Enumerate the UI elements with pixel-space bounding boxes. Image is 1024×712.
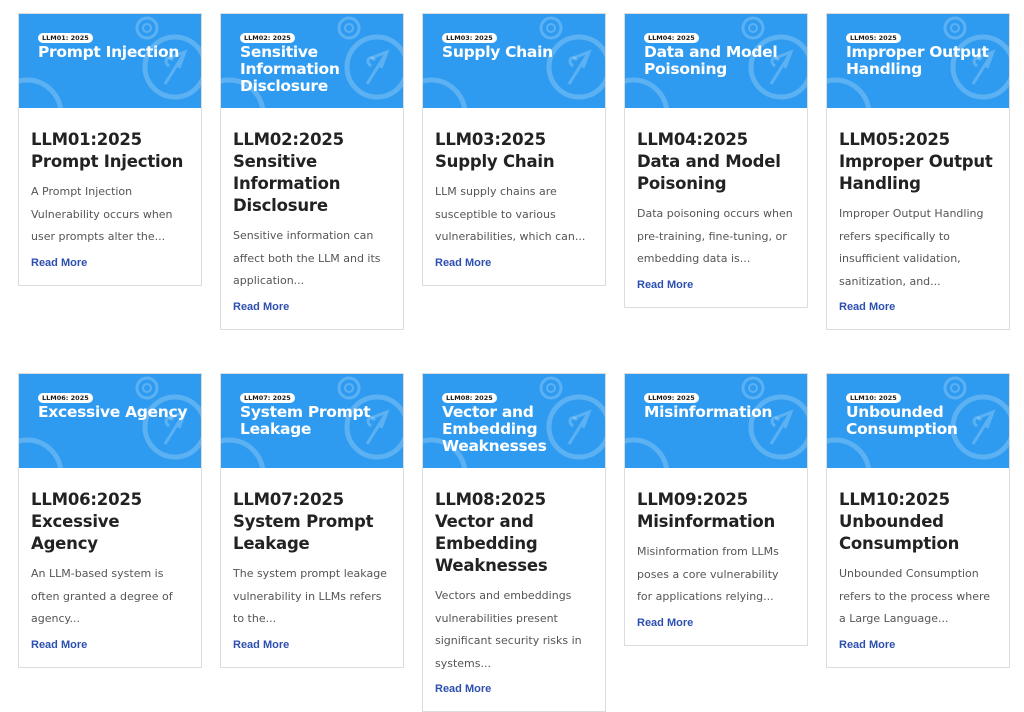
owasp-wasp-logo-icon	[19, 376, 201, 468]
read-more-link[interactable]: Read More	[637, 278, 693, 292]
card-body: LLM07:2025 System Prompt Leakage The sys…	[221, 468, 403, 667]
read-more-link[interactable]: Read More	[637, 616, 693, 630]
card-title[interactable]: LLM06:2025 Excessive Agency	[31, 489, 189, 555]
card-title[interactable]: LLM02:2025 Sensitive Information Disclos…	[233, 129, 391, 217]
card-excerpt: Vectors and embeddings vulnerabilities p…	[435, 589, 582, 670]
card-llm07[interactable]: LLM07: 2025 System Prompt Leakage LLM07:…	[220, 373, 404, 668]
card-llm03[interactable]: LLM03: 2025 Supply Chain LLM03:2025 Supp…	[422, 13, 606, 286]
banner-title: Sensitive Information Disclosure	[240, 43, 340, 95]
banner-title: Vector and Embedding Weaknesses	[442, 403, 547, 455]
card-title[interactable]: LLM01:2025 Prompt Injection	[31, 129, 189, 173]
card-banner: LLM10: 2025 Unbounded Consumption	[827, 374, 1009, 468]
card-title[interactable]: LLM04:2025 Data and Model Poisoning	[637, 129, 795, 195]
card-banner: LLM03: 2025 Supply Chain	[423, 14, 605, 108]
risk-card-grid: LLM01: 2025 Prompt Injection LLM01:2025 …	[18, 13, 1010, 712]
card-banner: LLM04: 2025 Data and Model Poisoning	[625, 14, 807, 108]
card-llm01[interactable]: LLM01: 2025 Prompt Injection LLM01:2025 …	[18, 13, 202, 286]
banner-title: Excessive Agency	[38, 403, 188, 421]
card-body: LLM04:2025 Data and Model Poisoning Data…	[625, 108, 807, 307]
card-llm02[interactable]: LLM02: 2025 Sensitive Information Disclo…	[220, 13, 404, 330]
card-title[interactable]: LLM10:2025 Unbounded Consumption	[839, 489, 997, 555]
banner-badge: LLM08: 2025	[442, 393, 497, 403]
read-more-link[interactable]: Read More	[233, 300, 289, 314]
card-body: LLM02:2025 Sensitive Information Disclos…	[221, 108, 403, 329]
banner-title: Unbounded Consumption	[846, 403, 958, 438]
card-llm08[interactable]: LLM08: 2025 Vector and Embedding Weaknes…	[422, 373, 606, 712]
card-banner: LLM06: 2025 Excessive Agency	[19, 374, 201, 468]
read-more-link[interactable]: Read More	[233, 638, 289, 652]
card-title[interactable]: LLM05:2025 Improper Output Handling	[839, 129, 997, 195]
read-more-link[interactable]: Read More	[435, 682, 491, 696]
banner-title: Prompt Injection	[38, 43, 180, 61]
read-more-link[interactable]: Read More	[435, 256, 491, 270]
read-more-link[interactable]: Read More	[31, 638, 87, 652]
card-excerpt: Misinformation from LLMs poses a core vu…	[637, 545, 779, 603]
card-body: LLM09:2025 Misinformation Misinformation…	[625, 468, 807, 645]
banner-badge: LLM10: 2025	[846, 393, 901, 403]
card-llm04[interactable]: LLM04: 2025 Data and Model Poisoning LLM…	[624, 13, 808, 308]
card-body: LLM05:2025 Improper Output Handling Impr…	[827, 108, 1009, 329]
card-title[interactable]: LLM03:2025 Supply Chain	[435, 129, 593, 173]
card-llm10[interactable]: LLM10: 2025 Unbounded Consumption LLM10:…	[826, 373, 1010, 668]
read-more-link[interactable]: Read More	[31, 256, 87, 270]
card-title[interactable]: LLM08:2025 Vector and Embedding Weakness…	[435, 489, 593, 577]
card-excerpt: Improper Output Handling refers specific…	[839, 207, 984, 288]
card-excerpt: LLM supply chains are susceptible to var…	[435, 185, 586, 243]
banner-badge: LLM04: 2025	[644, 33, 699, 43]
card-excerpt: Sensitive information can affect both th…	[233, 229, 381, 287]
card-excerpt: An LLM-based system is often granted a d…	[31, 567, 173, 625]
card-banner: LLM07: 2025 System Prompt Leakage	[221, 374, 403, 468]
card-banner: LLM05: 2025 Improper Output Handling	[827, 14, 1009, 108]
card-body: LLM06:2025 Excessive Agency An LLM-based…	[19, 468, 201, 667]
card-title[interactable]: LLM09:2025 Misinformation	[637, 489, 795, 533]
banner-badge: LLM02: 2025	[240, 33, 295, 43]
banner-badge: LLM06: 2025	[38, 393, 93, 403]
card-body: LLM10:2025 Unbounded Consumption Unbound…	[827, 468, 1009, 667]
owasp-wasp-logo-icon	[423, 16, 605, 108]
card-llm05[interactable]: LLM05: 2025 Improper Output Handling LLM…	[826, 13, 1010, 330]
banner-badge: LLM05: 2025	[846, 33, 901, 43]
owasp-wasp-logo-icon	[19, 16, 201, 108]
read-more-link[interactable]: Read More	[839, 638, 895, 652]
card-banner: LLM08: 2025 Vector and Embedding Weaknes…	[423, 374, 605, 468]
card-excerpt: Data poisoning occurs when pre-training,…	[637, 207, 793, 265]
card-title[interactable]: LLM07:2025 System Prompt Leakage	[233, 489, 391, 555]
banner-title: Improper Output Handling	[846, 43, 989, 78]
card-body: LLM08:2025 Vector and Embedding Weakness…	[423, 468, 605, 711]
card-banner: LLM09: 2025 Misinformation	[625, 374, 807, 468]
banner-badge: LLM09: 2025	[644, 393, 699, 403]
owasp-wasp-logo-icon	[625, 376, 807, 468]
card-excerpt: The system prompt leakage vulnerability …	[233, 567, 387, 625]
banner-badge: LLM07: 2025	[240, 393, 295, 403]
banner-badge: LLM03: 2025	[442, 33, 497, 43]
card-body: LLM01:2025 Prompt Injection A Prompt Inj…	[19, 108, 201, 285]
banner-title: Data and Model Poisoning	[644, 43, 778, 78]
banner-title: Supply Chain	[442, 43, 553, 61]
card-excerpt: Unbounded Consumption refers to the proc…	[839, 567, 991, 625]
banner-title: System Prompt Leakage	[240, 403, 371, 438]
card-llm06[interactable]: LLM06: 2025 Excessive Agency LLM06:2025 …	[18, 373, 202, 668]
banner-badge: LLM01: 2025	[38, 33, 93, 43]
card-banner: LLM02: 2025 Sensitive Information Disclo…	[221, 14, 403, 108]
card-llm09[interactable]: LLM09: 2025 Misinformation LLM09:2025 Mi…	[624, 373, 808, 646]
card-body: LLM03:2025 Supply Chain LLM supply chain…	[423, 108, 605, 285]
read-more-link[interactable]: Read More	[839, 300, 895, 314]
card-excerpt: A Prompt Injection Vulnerability occurs …	[31, 185, 173, 243]
banner-title: Misinformation	[644, 403, 773, 421]
card-banner: LLM01: 2025 Prompt Injection	[19, 14, 201, 108]
